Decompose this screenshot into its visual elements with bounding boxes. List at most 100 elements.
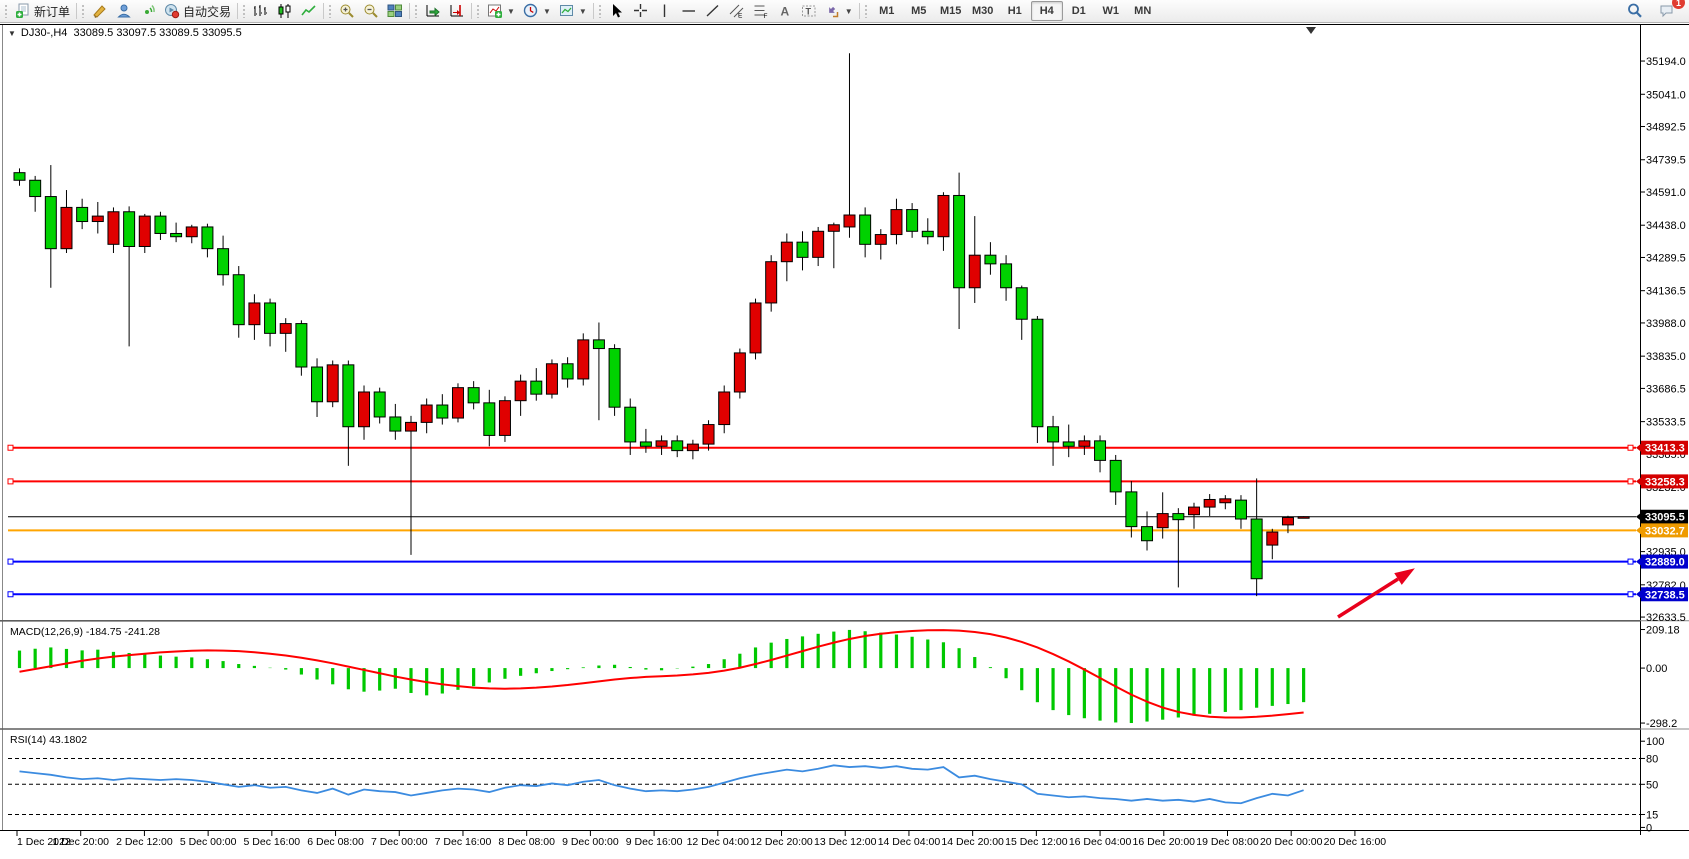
fibonacci-button[interactable]: F [749,0,773,22]
notifications-button[interactable]: 1 [1655,0,1679,22]
price-tick-label: 33686.5 [1646,383,1686,395]
candle [515,381,526,401]
candle [672,441,683,451]
candle [907,210,918,232]
toolbar-grip[interactable] [81,4,85,18]
vertical-line-button[interactable] [653,0,677,22]
line-handle[interactable] [8,479,13,484]
cursor-button[interactable] [605,0,629,22]
arrows-button[interactable]: ▼ [821,0,857,22]
candle [374,392,385,417]
line-handle[interactable] [1628,559,1633,564]
trend-arrow-line[interactable] [1338,579,1398,617]
time-label: 16 Dec 20:00 [1133,836,1196,848]
autotrading-button[interactable]: 自动交易 [160,0,235,22]
zoom-out-button[interactable] [359,0,383,22]
timeframe-h4-button[interactable]: H4 [1031,1,1063,21]
toolbar-grip[interactable] [864,4,868,18]
toolbar-grip[interactable] [476,4,480,18]
chevron-down-icon[interactable]: ▼ [579,7,587,16]
timeframe-m15-button[interactable]: M15 [935,1,967,21]
equidistant-channel-button[interactable]: E [725,0,749,22]
text-button[interactable]: A [773,0,797,22]
signals-button[interactable] [136,0,160,22]
chart-symbol-title[interactable]: ▼ DJ30-,H4 33089.5 33097.5 33089.5 33095… [8,27,242,39]
svg-text:F: F [763,13,767,19]
toolbar-grip[interactable] [242,4,246,18]
price-tick-label: 34289.5 [1646,252,1686,264]
line-handle[interactable] [8,592,13,597]
chevron-down-icon[interactable]: ▼ [507,7,515,16]
candle [593,340,604,349]
price-label-notch [1636,513,1641,521]
time-label: 14 Dec 04:00 [878,836,941,848]
line-handle[interactable] [8,445,13,450]
zoom-in-button[interactable] [335,0,359,22]
price-tick-label: 34136.5 [1646,286,1686,298]
profiles-button[interactable] [112,0,136,22]
periods-button[interactable]: ▼ [519,0,555,22]
chart-shift-button[interactable] [445,0,469,22]
templates-button[interactable]: ▼ [555,0,591,22]
line-handle[interactable] [1628,592,1633,597]
price-tick-label: 34438.0 [1646,220,1686,232]
candle [1016,288,1027,319]
timeframe-m1-button[interactable]: M1 [871,1,903,21]
chart-shift-icon [449,3,465,19]
auto-scroll-button[interactable] [421,0,445,22]
candle [1298,517,1309,519]
text-label-button[interactable]: T [797,0,821,22]
indicators-button[interactable]: ▼ [483,0,519,22]
timeframe-d1-button[interactable]: D1 [1063,1,1095,21]
timeframe-h1-button[interactable]: H1 [999,1,1031,21]
candle [1220,499,1231,503]
styler-button[interactable] [88,0,112,22]
timeframe-m5-button[interactable]: M5 [903,1,935,21]
crosshair-icon [633,3,649,19]
line-handle[interactable] [8,559,13,564]
candle [1235,500,1246,519]
candle [719,392,730,425]
toolbar-separator [76,3,77,19]
person-icon [116,3,132,19]
signal-icon [140,3,156,19]
toolbar-grip[interactable] [598,4,602,18]
trend-arrow-head[interactable] [1394,568,1415,585]
trendline-button[interactable] [701,0,725,22]
candle [687,444,698,451]
crosshair-button[interactable] [629,0,653,22]
timeframe-w1-button[interactable]: W1 [1095,1,1127,21]
svg-text:A: A [780,5,789,19]
bar-chart-button[interactable] [249,0,273,22]
line-handle[interactable] [1628,445,1633,450]
new-order-button[interactable]: 新订单 [11,0,74,22]
collapse-icon[interactable]: ▼ [8,29,16,38]
price-tick-label: 33835.0 [1646,351,1686,363]
candle [45,197,56,249]
line-handle[interactable] [1628,479,1633,484]
candle [938,195,949,236]
candle [609,349,620,408]
search-button[interactable] [1623,0,1647,22]
price-tick-label: 34739.5 [1646,155,1686,167]
candle [1157,514,1168,528]
candle [734,353,745,392]
tile-windows-button[interactable] [383,0,407,22]
candle [1110,460,1121,491]
price-label-notch [1636,477,1641,485]
horizontal-line-button[interactable] [677,0,701,22]
timeframe-m30-button[interactable]: M30 [967,1,999,21]
toolbar-grip[interactable] [4,4,8,18]
chevron-down-icon[interactable]: ▼ [543,7,551,16]
toolbar-separator [323,3,324,19]
timeframe-mn-button[interactable]: MN [1127,1,1159,21]
template-icon [559,3,575,19]
candle [1095,441,1106,461]
candlestick-button[interactable] [273,0,297,22]
chevron-down-icon[interactable]: ▼ [845,7,853,16]
toolbar-grip[interactable] [414,4,418,18]
toolbar-grip[interactable] [328,4,332,18]
chart-shift-marker[interactable] [1306,27,1316,34]
rsi-tick-label: 50 [1646,779,1658,791]
line-chart-button[interactable] [297,0,321,22]
